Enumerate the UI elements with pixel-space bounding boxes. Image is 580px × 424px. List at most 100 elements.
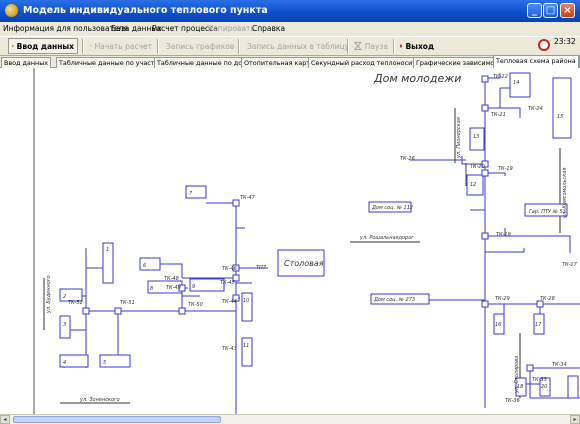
label-tk36: ТК-36 bbox=[505, 398, 520, 404]
label-dom-sod-112: Дом соц. № 112 bbox=[371, 205, 413, 211]
tab-strip: Ввод данных Табличные данные по участкам… bbox=[0, 55, 580, 68]
tab-input-data[interactable]: Ввод данных bbox=[1, 57, 52, 68]
green-circle-icon bbox=[12, 45, 14, 47]
num-4: 4 bbox=[63, 360, 66, 366]
chamber-52 bbox=[82, 307, 90, 315]
pause-button[interactable]: Пауза bbox=[351, 38, 391, 54]
record-graphs-button[interactable]: Запись графиков bbox=[160, 38, 236, 54]
num-5: 5 bbox=[103, 360, 106, 366]
tab-heating-map[interactable]: Отопительная карта bbox=[241, 57, 317, 68]
label-stolovaya: Столовая bbox=[284, 259, 324, 268]
num-1: 1 bbox=[106, 247, 109, 253]
label-tk44: ТК-44 bbox=[222, 299, 237, 305]
label-tk33: ТК-33 bbox=[532, 377, 547, 383]
num-6: 6 bbox=[143, 263, 146, 269]
exit-button[interactable]: Выход bbox=[397, 38, 437, 54]
num-13: 13 bbox=[473, 134, 479, 140]
menu-help[interactable]: Справка bbox=[252, 24, 285, 33]
label-tk19: ТК-19 bbox=[498, 166, 513, 172]
close-button[interactable]: × bbox=[560, 3, 575, 18]
minimize-icon: _ bbox=[532, 5, 537, 16]
exit-label: Выход bbox=[405, 41, 434, 51]
chamber-21 bbox=[481, 104, 489, 112]
label-tk47: ТК-47 bbox=[240, 195, 256, 201]
label-tk34: ТК-34 bbox=[552, 362, 567, 368]
chamber-29 bbox=[481, 300, 489, 308]
chamber-47 bbox=[232, 199, 240, 207]
chamber-33 bbox=[526, 364, 534, 372]
num-2: 2 bbox=[63, 294, 66, 300]
input-data-button[interactable]: Ввод данных bbox=[8, 38, 78, 54]
clock-icon bbox=[538, 39, 550, 51]
label-tk17: ТК-17 bbox=[562, 262, 578, 268]
gear-icon bbox=[90, 45, 92, 47]
num-14: 14 bbox=[513, 80, 519, 86]
menu-copy[interactable]: Копировать bbox=[208, 24, 255, 33]
maximize-button[interactable]: □ bbox=[543, 3, 558, 18]
scroll-thumb[interactable] bbox=[13, 416, 221, 423]
label-tk50: ТК-50 bbox=[188, 302, 203, 308]
label-street-komsomolskaya: ул. Комсомольская bbox=[562, 168, 568, 219]
toolbar: Ввод данных Начать расчет Запись графико… bbox=[0, 36, 580, 56]
num-20: 20 bbox=[541, 384, 547, 390]
building-15 bbox=[552, 77, 572, 139]
label-tk18: ТК-18 bbox=[496, 232, 511, 238]
menu-info[interactable]: Информация для пользователя bbox=[3, 24, 128, 33]
label-gar-ptu: Гар. ПТУ № 53 bbox=[529, 209, 566, 215]
window-title: Модель индивидуального теплового пункта bbox=[23, 5, 268, 16]
record-table-button[interactable]: Запись данных в таблицу bbox=[241, 38, 349, 54]
chamber-22 bbox=[481, 75, 489, 83]
label-t97: ТП7 bbox=[256, 265, 267, 271]
start-calc-button[interactable]: Начать расчет bbox=[87, 38, 155, 54]
label-tk45: ТК-45 bbox=[220, 280, 235, 286]
label-tk21: ТК-21 bbox=[491, 112, 506, 118]
num-10: 10 bbox=[243, 298, 249, 304]
app-icon bbox=[5, 4, 18, 17]
scroll-left-icon[interactable]: ◂ bbox=[0, 415, 10, 424]
pipe-right-left-branch bbox=[410, 159, 471, 193]
label-dom-sod-273: Дом соц. № 273 bbox=[373, 297, 415, 303]
label-street-pioneer: ул. Пионерская bbox=[456, 117, 462, 159]
maximize-icon: □ bbox=[545, 5, 556, 16]
chamber-labels: ТК-52 ТК-51 ТК-50 ТК-48 ТК-49 ТК-47 ТК-4… bbox=[68, 74, 578, 404]
chamber-18 bbox=[481, 232, 489, 240]
label-tk51: ТК-51 bbox=[120, 300, 135, 306]
label-dom-molodezhi: Дом молодежи bbox=[373, 72, 461, 85]
num-9: 9 bbox=[192, 284, 195, 290]
horizontal-scrollbar[interactable]: ◂ ▸ bbox=[0, 414, 580, 424]
record-graphs-label: Запись графиков bbox=[166, 41, 235, 51]
num-15: 15 bbox=[557, 114, 563, 120]
num-16: 16 bbox=[495, 322, 501, 328]
tab-heat-scheme[interactable]: Тепловая схема района bbox=[493, 55, 579, 68]
label-tk46: ТК-46 bbox=[222, 266, 237, 272]
scroll-right-icon[interactable]: ▸ bbox=[570, 415, 580, 424]
tab-table-sections[interactable]: Табличные данные по участкам bbox=[56, 57, 171, 68]
num-3: 3 bbox=[63, 322, 66, 328]
building-edge bbox=[567, 375, 579, 399]
exit-door-icon bbox=[400, 44, 403, 48]
num-8: 8 bbox=[150, 286, 153, 292]
label-street-budennogo: ул. Буденного bbox=[46, 275, 52, 314]
start-calc-label: Начать расчет bbox=[94, 41, 152, 51]
heat-scheme-diagram: Дом молодежи Столовая Дом соц. № 112 Дом… bbox=[33, 68, 580, 414]
chamber-50 bbox=[178, 307, 186, 315]
hourglass-icon bbox=[354, 42, 362, 50]
num-11: 11 bbox=[243, 343, 249, 349]
record-table-label: Запись данных в таблицу bbox=[247, 41, 350, 51]
label-street-rosh: ул. Рошальнаядорог bbox=[359, 235, 414, 241]
minimize-button[interactable]: _ bbox=[527, 3, 542, 18]
pause-label: Пауза bbox=[364, 41, 388, 51]
num-17: 17 bbox=[535, 322, 542, 328]
input-data-label: Ввод данных bbox=[16, 41, 74, 51]
label-street-zolenskogo: ул. Зоненского bbox=[79, 397, 120, 403]
label-tk43: ТК-43 bbox=[222, 346, 237, 352]
title-bar: Модель индивидуального теплового пункта … bbox=[0, 0, 580, 22]
label-tk20: ТК-20 bbox=[470, 164, 485, 170]
label-tk29: ТК-29 bbox=[495, 296, 510, 302]
clock-time: 23:32 bbox=[554, 37, 576, 46]
label-tk28: ТК-28 bbox=[540, 296, 555, 302]
label-tk49: ТК-49 bbox=[166, 285, 181, 291]
label-tk24: ТК-24 bbox=[528, 106, 543, 112]
label-tk26: ТК-26 bbox=[400, 156, 415, 162]
num-12: 12 bbox=[470, 182, 476, 188]
